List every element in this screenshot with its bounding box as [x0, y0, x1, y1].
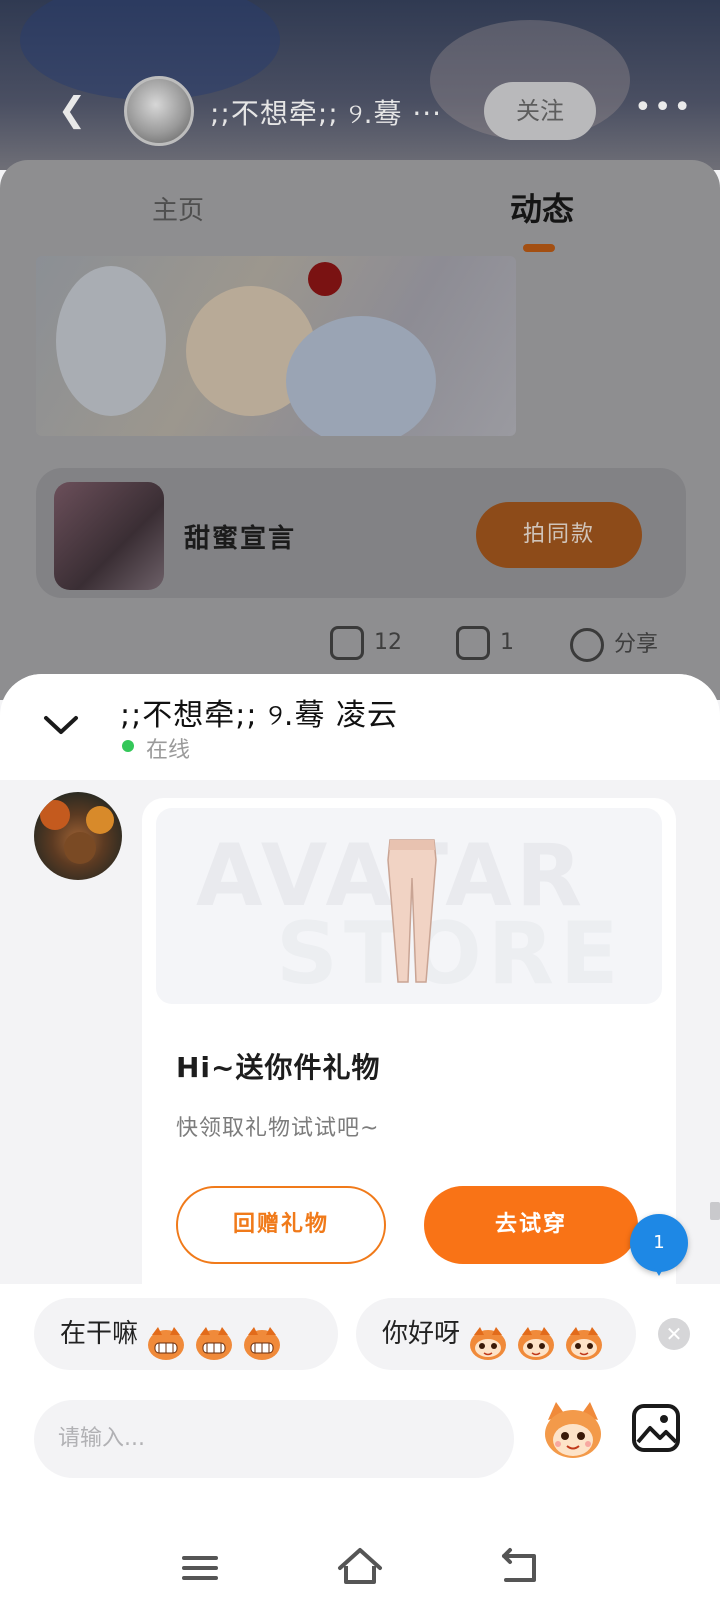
thumbs-up-icon [330, 626, 364, 660]
sticker-mascot-icon[interactable] [540, 1398, 606, 1464]
quick-reply-chip[interactable]: 你好呀 [356, 1298, 636, 1370]
menu-icon[interactable] [170, 1538, 230, 1598]
post-image[interactable] [36, 256, 516, 436]
same-style-button[interactable]: 拍同款 [476, 502, 642, 568]
online-status-dot [122, 740, 134, 752]
tab-feed[interactable]: 动态 [510, 184, 574, 230]
try-on-button[interactable]: 去试穿 [424, 1186, 638, 1264]
profile-username: ;;不想牵;; ୨.蓦 ··· [210, 97, 443, 130]
message-input[interactable]: 请输入... [34, 1400, 514, 1478]
image-figure [56, 266, 166, 416]
return-gift-button[interactable]: 回赠礼物 [176, 1186, 386, 1264]
gift-banner: AVATAR STORE [156, 808, 662, 1004]
avatar-detail [40, 800, 70, 830]
gift-message-card[interactable]: AVATAR STORE Hi~送你件礼物 快领取礼物试试吧~ 回赠礼物 去试穿 [142, 798, 676, 1318]
chat-sheet: ;;不想牵;; ୨.蓦 凌云 在线 AVATAR STORE Hi~送你件礼物 … [0, 674, 720, 1612]
scrollbar[interactable] [710, 1202, 720, 1220]
comment-button[interactable]: 1 [456, 626, 514, 660]
product-card[interactable]: 甜蜜宣言 拍同款 [36, 468, 686, 598]
close-quick-replies-icon[interactable]: ✕ [658, 1318, 690, 1350]
smiling-mascot-icon [564, 1317, 604, 1360]
profile-avatar[interactable] [124, 76, 194, 146]
image-picker-icon[interactable] [630, 1402, 682, 1454]
gift-item-image [387, 839, 437, 983]
share-button[interactable]: 分享 [570, 626, 658, 662]
profile-header [0, 0, 720, 170]
banner-watermark-bottom: STORE [276, 904, 625, 1004]
avatar-detail [64, 832, 96, 864]
grinning-mascot-icon [194, 1317, 234, 1360]
back-nav-icon[interactable] [490, 1538, 550, 1598]
back-arrow-icon[interactable]: ❮ [52, 90, 92, 130]
chat-header: ;;不想牵;; ୨.蓦 凌云 在线 [0, 674, 720, 780]
product-name: 甜蜜宣言 [184, 524, 297, 554]
profile-background: ❮ ;;不想牵;; ୨.蓦 ··· 关注 ••• 主页 动态 甜蜜宣言 拍同款 … [0, 0, 720, 700]
online-status-text: 在线 [146, 738, 191, 763]
unread-count-badge[interactable]: 1 [630, 1214, 688, 1276]
tab-home[interactable]: 主页 [152, 190, 204, 227]
quick-reply-chip[interactable]: 在干嘛 [34, 1298, 338, 1370]
chat-contact-name: ;;不想牵;; ୨.蓦 凌云 [120, 698, 398, 733]
profile-content: 主页 动态 甜蜜宣言 拍同款 12 1 分享 [0, 160, 720, 700]
post-actions: 12 1 分享 [0, 620, 720, 680]
avatar-detail [86, 806, 114, 834]
more-options-icon[interactable]: ••• [634, 90, 693, 125]
system-nav-bar [0, 1528, 720, 1612]
like-button[interactable]: 12 [330, 626, 402, 660]
image-figure [308, 262, 342, 296]
share-icon [570, 628, 604, 662]
active-tab-indicator [523, 244, 555, 252]
comment-icon [456, 626, 490, 660]
home-icon[interactable] [330, 1538, 390, 1598]
product-thumbnail [54, 482, 164, 590]
gift-title: Hi~送你件礼物 [176, 1051, 381, 1084]
gift-subtitle: 快领取礼物试试吧~ [176, 1116, 380, 1141]
quick-reply-text: 在干嘛 [60, 1319, 139, 1349]
follow-button[interactable]: 关注 [484, 82, 596, 140]
smiling-mascot-icon [468, 1317, 508, 1360]
quick-reply-text: 你好呀 [382, 1319, 461, 1349]
grinning-mascot-icon [242, 1317, 282, 1360]
collapse-chevron-icon[interactable] [38, 702, 84, 748]
sender-avatar[interactable] [34, 792, 122, 880]
image-figure [286, 316, 436, 436]
smiling-mascot-icon [516, 1317, 556, 1360]
quick-replies: 在干嘛 你好呀 ✕ [0, 1298, 720, 1376]
grinning-mascot-icon [146, 1317, 186, 1360]
